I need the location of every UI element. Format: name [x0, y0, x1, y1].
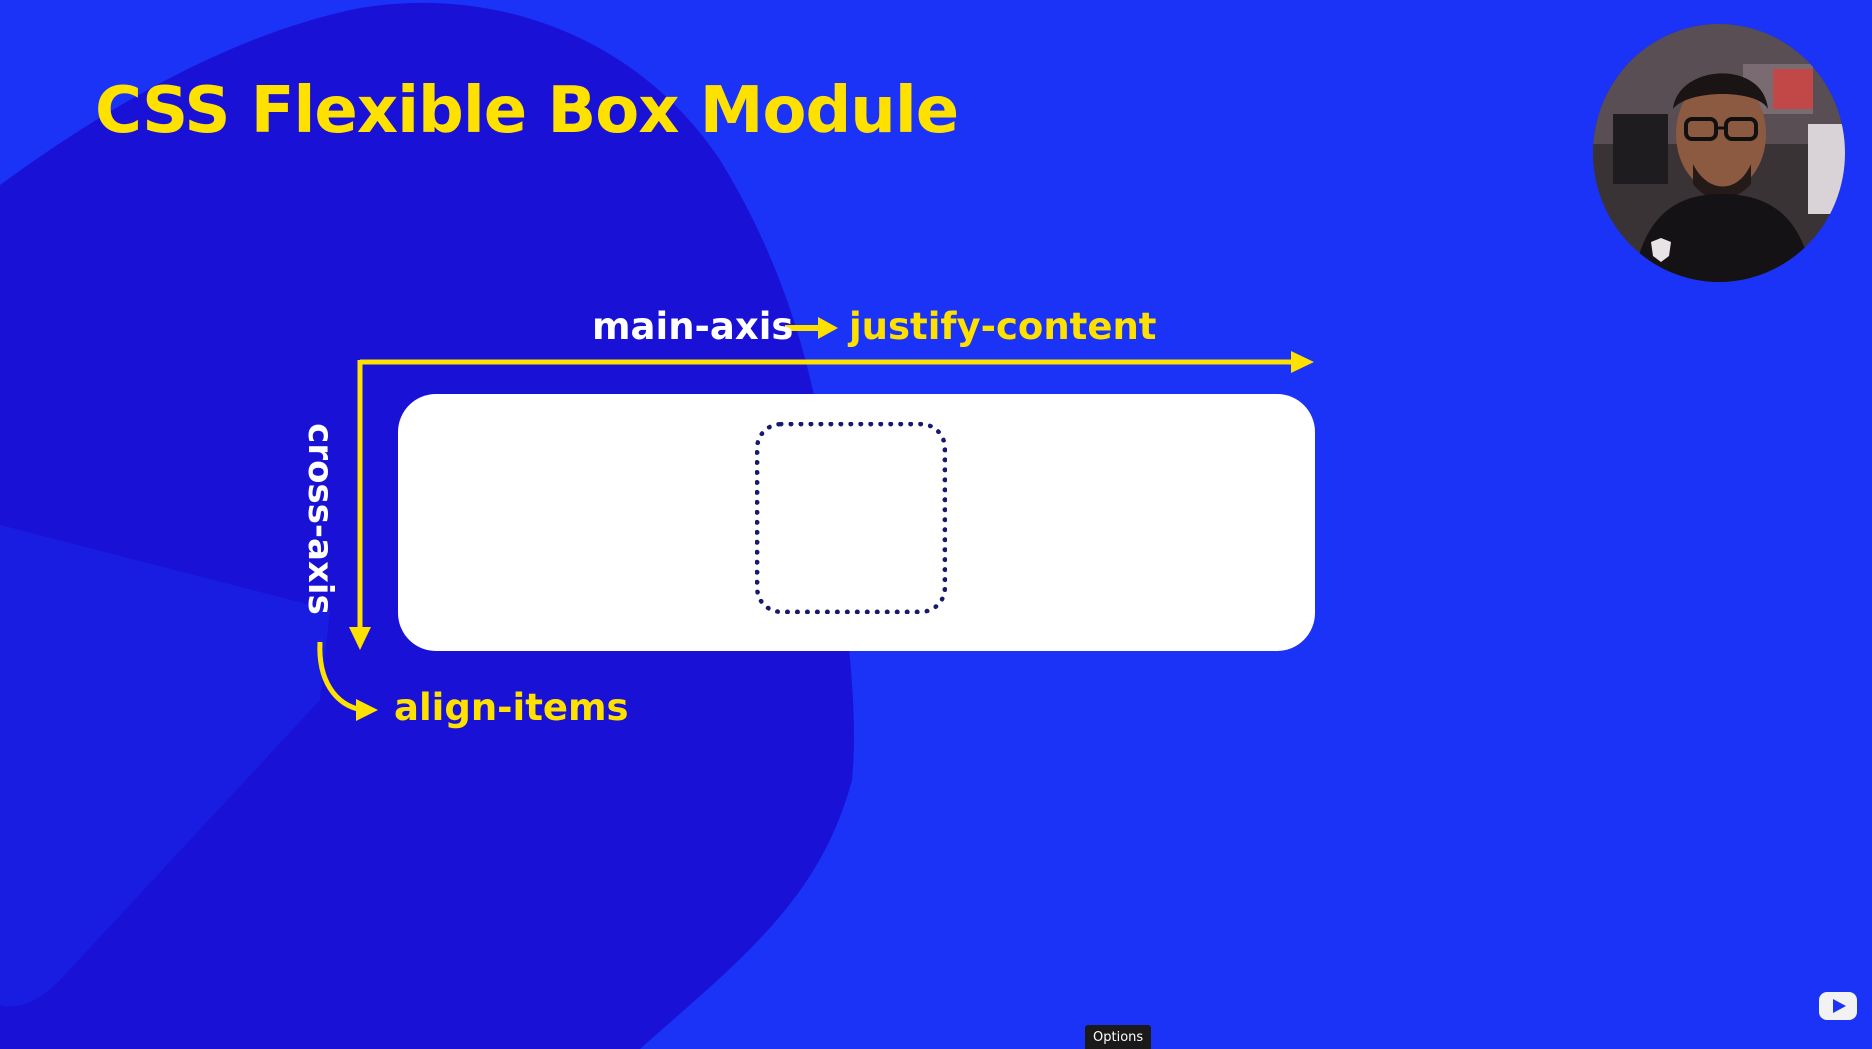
options-tooltip: Options [1085, 1025, 1152, 1049]
align-items-label: align-items [394, 686, 629, 729]
slide-title: CSS Flexible Box Module [95, 74, 959, 148]
main-axis-label: main-axis [592, 305, 794, 348]
cross-axis-label: cross-axis [300, 423, 340, 615]
justify-content-label: justify-content [849, 305, 1157, 348]
presenter-webcam [1593, 24, 1845, 282]
youtube-logo-shape [1819, 992, 1857, 1020]
flex-container-box [398, 394, 1315, 651]
youtube-logo-icon[interactable] [1818, 990, 1858, 1022]
slide-stage: CSS Flexible Box Module main-axis justif… [0, 0, 1872, 1049]
flex-item-box [755, 422, 947, 614]
presenter-image [1593, 24, 1845, 282]
